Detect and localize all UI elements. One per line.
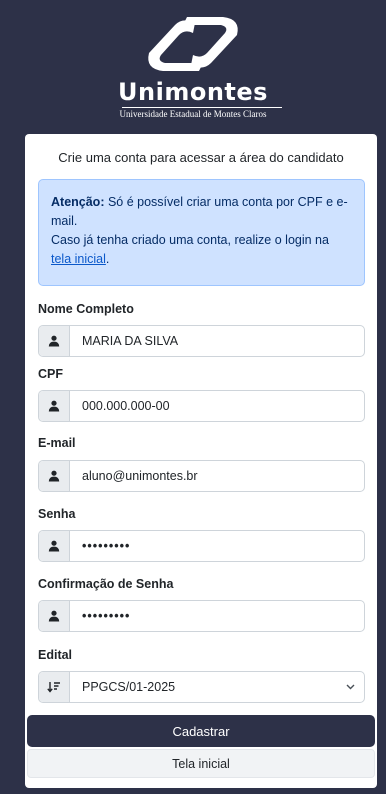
password-label: Senha — [38, 507, 76, 521]
home-button[interactable]: Tela inicial — [27, 749, 375, 778]
edital-label: Edital — [38, 648, 73, 662]
email-input[interactable]: aluno@unimontes.br — [70, 469, 364, 483]
email-label: E-mail — [38, 436, 76, 450]
brand-divider — [122, 107, 282, 108]
user-icon — [39, 326, 70, 356]
password-field[interactable]: ••••••••• — [38, 530, 365, 562]
header: Unimontes Universidade Estadual de Monte… — [0, 0, 386, 133]
email-field[interactable]: aluno@unimontes.br — [38, 460, 365, 492]
cpf-input[interactable]: 000.000.000-00 — [70, 399, 364, 413]
user-icon — [39, 391, 70, 421]
name-input[interactable]: MARIA DA SILVA — [70, 334, 364, 348]
name-label: Nome Completo — [38, 302, 134, 316]
attention-alert: Atenção: Só é possível criar uma conta p… — [38, 179, 365, 286]
confirm-password-field[interactable]: ••••••••• — [38, 600, 365, 632]
register-button[interactable]: Cadastrar — [27, 715, 375, 747]
unimontes-logo-icon — [148, 17, 238, 71]
edital-value[interactable]: PPGCS/01-2025 — [70, 680, 336, 694]
user-icon — [39, 531, 70, 561]
brand-name: Unimontes — [118, 78, 268, 106]
edital-select[interactable]: PPGCS/01-2025 — [38, 671, 365, 703]
brand-subtitle: Universidade Estadual de Montes Claros — [119, 109, 267, 119]
confirm-password-label: Confirmação de Senha — [38, 577, 174, 591]
home-link[interactable]: tela inicial — [51, 252, 106, 266]
cpf-field[interactable]: 000.000.000-00 — [38, 390, 365, 422]
password-input[interactable]: ••••••••• — [70, 539, 364, 553]
chevron-down-icon[interactable] — [336, 684, 364, 690]
confirm-password-input[interactable]: ••••••••• — [70, 609, 364, 623]
user-icon — [39, 601, 70, 631]
alert-line2: Caso já tenha criado uma conta, realize … — [51, 233, 329, 247]
signup-card: Crie uma conta para acessar a área do ca… — [25, 134, 377, 788]
name-field[interactable]: MARIA DA SILVA — [38, 325, 365, 357]
alert-end: . — [105, 252, 110, 266]
sort-icon — [39, 672, 70, 702]
alert-strong: Atenção: — [51, 195, 105, 209]
cpf-label: CPF — [38, 367, 63, 381]
user-icon — [39, 461, 70, 491]
intro-text: Crie uma conta para acessar a área do ca… — [58, 150, 344, 165]
